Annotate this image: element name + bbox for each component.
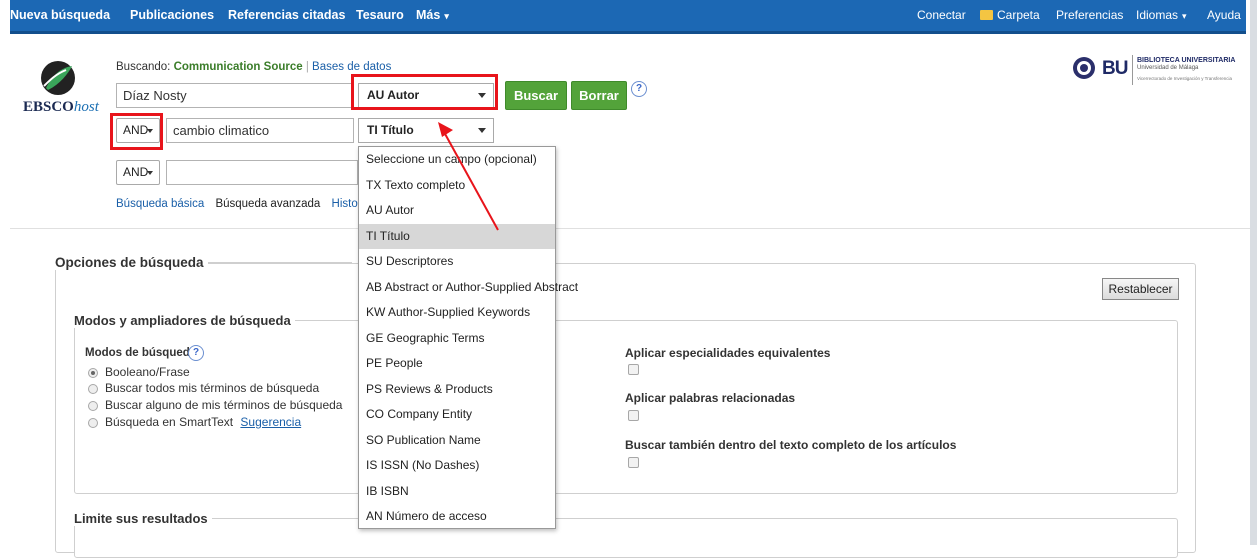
expander-checkbox-equivalent[interactable] [628,364,639,375]
nav-more[interactable]: Más ▾ [416,8,449,22]
nav-folder-label: Carpeta [997,8,1040,22]
nav-cited-references[interactable]: Referencias citadas [228,8,345,22]
mode-radio-smarttext[interactable] [88,418,98,428]
dropdown-option[interactable]: IS ISSN (No Dashes) [359,453,555,479]
ebsco-brand-text: EBSCOhost [23,99,99,116]
modes-label: Modos de búsqueda [85,347,197,359]
page-left-margin [0,0,10,545]
annotation-arrow-icon [438,122,499,231]
suggestion-link[interactable]: Sugerencia [240,415,301,429]
chevron-down-icon: ▾ [1182,11,1187,21]
highlight-box-author-field [351,74,498,110]
expander-label-related: Aplicar palabras relacionadas [625,391,796,405]
mode-label-all-terms: Buscar todos mis términos de búsqueda [105,381,320,395]
dropdown-option[interactable]: GE Geographic Terms [359,326,555,352]
ebsco-logo-icon[interactable] [38,58,78,98]
help-icon[interactable]: ? [631,81,647,97]
university-seal-icon [1072,56,1096,80]
field-select-2-value: TI Título [367,123,414,137]
nav-languages-label: Idiomas [1136,8,1179,22]
nav-preferences[interactable]: Preferencias [1056,8,1123,22]
nav-languages[interactable]: Idiomas ▾ [1136,8,1187,22]
nav-thesaurus[interactable]: Tesauro [356,8,404,22]
mode-label-smarttext: Búsqueda en SmartText Sugerencia [105,415,301,429]
nav-new-search[interactable]: Nueva búsqueda [10,8,110,22]
library-bu-mark: BU [1102,58,1128,79]
search-button[interactable]: Buscar [505,81,567,110]
dropdown-option[interactable]: SO Publication Name [359,428,555,454]
limits-title: Limite sus resultados [70,511,212,526]
mode-radio-all-terms[interactable] [88,384,98,394]
searching-line: Buscando: Communication Source | Bases d… [116,61,392,73]
limits-panel [74,518,1178,558]
databases-link[interactable]: Bases de datos [312,61,391,73]
library-logo-divider [1132,55,1133,85]
advanced-search-link[interactable]: Búsqueda avanzada [215,198,320,210]
modes-help-icon[interactable]: ? [188,345,204,361]
search-term-input-2[interactable]: cambio climatico [166,118,354,143]
ebsco-brand-name: EBSCO [23,99,74,115]
highlight-box-boolean [110,113,163,150]
mode-radio-boolean[interactable] [88,368,98,378]
expander-label-equivalent: Aplicar especialidades equivalentes [625,346,831,360]
boolean-operator-3-value: AND [123,165,149,179]
expander-label-fulltext: Buscar también dentro del texto completo… [625,438,957,452]
boolean-operator-select-3[interactable]: AND [116,160,160,185]
library-university: Universidad de Málaga [1137,65,1199,71]
search-term-input-3[interactable] [166,160,358,185]
modes-title: Modos y ampliadores de búsqueda [70,313,295,328]
expander-checkbox-fulltext[interactable] [628,457,639,468]
expander-checkbox-related[interactable] [628,410,639,421]
nav-help[interactable]: Ayuda [1207,8,1241,22]
section-divider [10,228,1250,229]
library-department: Vicerrectorado de Investigación y Transf… [1137,76,1232,81]
reset-button[interactable]: Restablecer [1102,278,1179,300]
window-scroll-edge [1250,0,1257,545]
dropdown-option[interactable]: KW Author-Supplied Keywords [359,300,555,326]
dropdown-option[interactable]: IB ISBN [359,479,555,505]
nav-publications[interactable]: Publicaciones [130,8,214,22]
basic-search-link[interactable]: Búsqueda básica [116,198,204,210]
search-options-title: Opciones de búsqueda [51,255,208,270]
chevron-down-icon [147,171,153,175]
nav-more-label: Más [416,8,441,22]
mode-label-smarttext-text: Búsqueda en SmartText [105,415,234,429]
mode-label-boolean: Booleano/Frase [105,365,190,379]
panel-top-border [202,262,352,263]
mode-label-any-terms: Buscar alguno de mis términos de búsqued… [105,398,343,412]
mode-radio-any-terms[interactable] [88,401,98,411]
search-term-input-1[interactable]: Díaz Nosty [116,83,354,108]
nav-folder[interactable]: Carpeta [980,8,1040,22]
ebsco-brand-suffix: host [73,99,99,115]
nav-sign-in[interactable]: Conectar [917,8,966,22]
library-name: BIBLIOTECA UNIVERSITARIA [1137,57,1236,64]
database-name[interactable]: Communication Source [174,61,303,73]
top-navigation-bar: Nueva búsqueda Publicaciones Referencias… [10,0,1246,34]
chevron-down-icon: ▾ [444,11,449,21]
dropdown-option[interactable]: AN Número de acceso [359,504,555,530]
dropdown-option[interactable]: AB Abstract or Author-Supplied Abstract [359,275,578,301]
searching-label: Buscando: [116,61,171,73]
dropdown-option[interactable]: PS Reviews & Products [359,377,555,403]
search-mode-links: Búsqueda básica Búsqueda avanzada Histor… [116,198,373,210]
dropdown-option[interactable]: SU Descriptores [359,249,555,275]
clear-button[interactable]: Borrar [571,81,627,110]
dropdown-option[interactable]: CO Company Entity [359,402,555,428]
folder-icon [980,10,993,20]
dropdown-option[interactable]: PE People [359,351,555,377]
